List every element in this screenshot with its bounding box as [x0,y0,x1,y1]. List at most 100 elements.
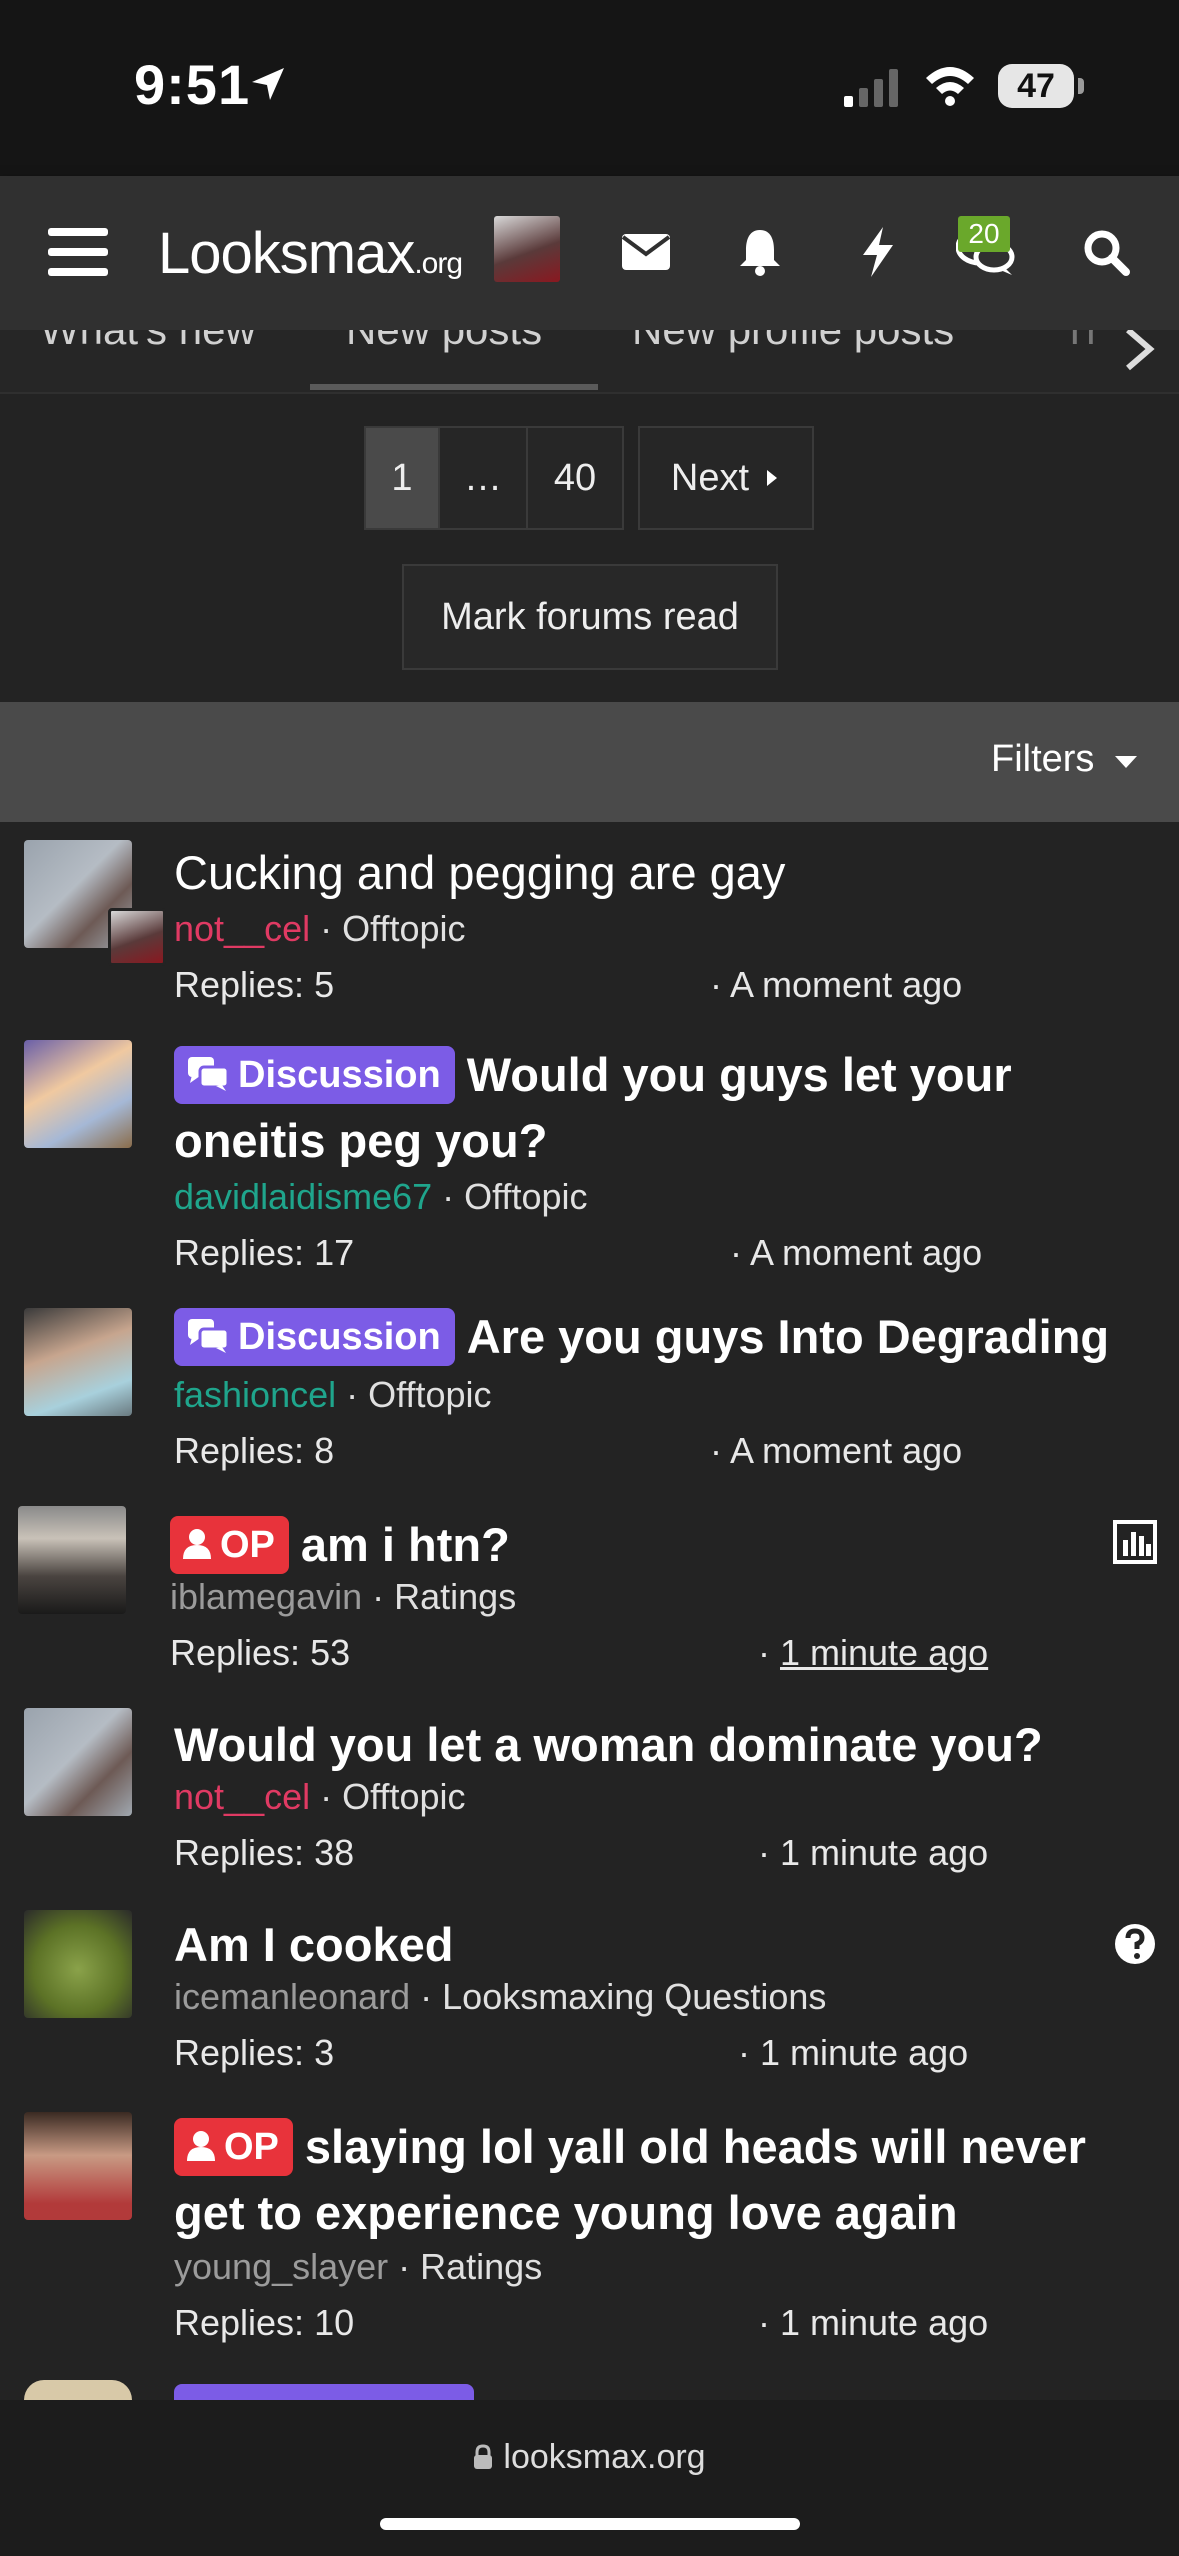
thread-title[interactable]: OP am i htn? [170,1512,1153,1578]
last-post-time[interactable]: · A moment ago [710,1430,962,1472]
tab-more[interactable]: Tr [1062,330,1100,354]
site-logo[interactable]: Looksmax.org [158,220,463,287]
home-indicator[interactable] [380,2518,800,2530]
thread-avatar[interactable] [24,1910,132,2018]
thread-item[interactable]: Cucking and pegging are gay not__cel · O… [0,822,1179,1020]
browser-bar [0,2400,1179,2556]
thread-avatar[interactable] [24,1308,132,1416]
op-label[interactable]: OP [170,1515,289,1574]
last-post-time[interactable]: · 1 minute ago [738,2032,968,2074]
label-text: Discussion [238,1053,441,1096]
thread-meta: not__cel · Offtopic [174,1776,466,1817]
label-text: OP [220,1523,275,1566]
inbox-button[interactable] [610,216,682,288]
mark-forums-read-button[interactable]: Mark forums read [402,564,778,670]
thread-forum[interactable]: Offtopic [464,1176,587,1217]
envelope-icon [621,234,671,270]
reply-count: Replies: 17 [174,1232,355,1273]
last-post-time[interactable]: · 1 minute ago [758,1832,988,1874]
page-1-button[interactable]: 1 [364,426,440,530]
thread-author[interactable]: icemanleonard [174,1976,410,2017]
thread-forum[interactable]: Looksmaxing Questions [442,1976,826,2017]
thread-avatar[interactable] [24,1708,132,1816]
thread-avatar[interactable] [24,1040,132,1148]
thread-forum[interactable]: Offtopic [368,1374,491,1415]
tab-whats-new[interactable]: What's new [40,330,256,354]
address-bar[interactable]: looksmax.org [0,2438,1179,2477]
thread-item[interactable]: Discussion Would you guys let your oneiti… [0,1020,1179,1282]
alerts-button[interactable] [724,216,796,288]
thread-item[interactable]: OP am i htn? iblamegavin · Ratings Replie… [0,1482,1179,1682]
thread-item[interactable]: Discussion Are you guys Into Degrading fa… [0,1282,1179,1482]
chevron-right-icon[interactable] [1122,330,1156,372]
thread-avatar[interactable] [18,1506,126,1614]
user-avatar[interactable] [494,216,560,282]
search-button[interactable] [1070,216,1142,288]
logo-suffix: .org [414,247,463,280]
time-text: A moment ago [730,964,963,1005]
title-text: am i htn? [300,1518,510,1571]
comments-icon [188,1318,230,1353]
label-partial [174,2384,474,2400]
tab-new-posts[interactable]: New posts [346,330,542,354]
time-text: 1 minute ago [760,2032,969,2073]
menu-button[interactable] [42,216,114,288]
next-label: Next [670,456,750,499]
thread-author[interactable]: fashioncel [174,1374,336,1415]
thread-author[interactable]: not__cel [174,1776,310,1817]
page-ellipsis-button[interactable]: … [440,426,528,530]
bell-icon [740,230,780,276]
poll-icon [1113,1520,1157,1564]
thread-title[interactable]: OP slaying lol yall old heads will never … [174,2114,1153,2246]
thread-author[interactable]: not__cel [174,908,310,949]
time-text: 1 minute ago [780,1832,989,1873]
clock: 9:51 [134,53,251,116]
thread-item[interactable]: OP slaying lol yall old heads will never … [0,2082,1179,2382]
thread-meta: young_slayer · Ratings [174,2246,543,2287]
thread-forum[interactable]: Offtopic [342,908,465,949]
user-icon [183,1528,211,1559]
last-post-time[interactable]: · A moment ago [710,964,962,1006]
last-post-time[interactable]: · 1 minute ago [758,1632,988,1674]
thread-title[interactable]: Discussion Are you guys Into Degrading [174,1304,1153,1370]
last-poster-avatar[interactable] [108,908,166,966]
thread-forum[interactable]: Ratings [420,2246,542,2287]
whats-new-button[interactable] [842,216,914,288]
hamburger-icon [48,228,108,276]
thread-title[interactable]: Discussion Would you guys let your oneiti… [174,1042,1153,1174]
thread-meta: fashioncel · Offtopic [174,1374,492,1415]
wifi-icon [926,67,974,106]
thread-author[interactable]: davidlaidisme67 [174,1176,432,1217]
thread-author[interactable]: iblamegavin [170,1576,362,1617]
battery-indicator: 47 [998,64,1074,108]
filters-label: Filters [990,738,1095,780]
filters-button[interactable]: Filters [991,738,1139,781]
reply-count: Replies: 8 [174,1430,335,1471]
thread-forum[interactable]: Offtopic [342,1776,465,1817]
last-post-time[interactable]: · 1 minute ago [758,2302,988,2344]
time-text: A moment ago [750,1232,983,1273]
thread-item[interactable]: Am I cooked icemanleonard · Looksmaxing … [0,1882,1179,2082]
time-text: 1 minute ago [780,2302,989,2343]
discussion-label[interactable]: Discussion [174,1045,455,1104]
title-text: Are you guys Into Degrading [466,1310,1110,1363]
page-40-button[interactable]: 40 [528,426,624,530]
thread-title[interactable]: Cucking and pegging are gay [174,840,1153,906]
thread-forum[interactable]: Ratings [394,1576,516,1617]
last-post-time[interactable]: · A moment ago [730,1232,982,1274]
thread-meta: not__cel · Offtopic [174,908,466,949]
thread-item[interactable]: Would you let a woman dominate you? not_… [0,1682,1179,1882]
thread-title[interactable]: Am I cooked [174,1912,1153,1978]
tab-new-profile-posts[interactable]: New profile posts [632,330,954,354]
next-page-button[interactable]: Next [638,426,814,530]
caret-right-icon [767,470,778,486]
url-text: looksmax.org [503,2438,706,2476]
active-tab-indicator [310,384,598,390]
op-label[interactable]: OP [174,2117,293,2176]
thread-title[interactable]: Would you let a woman dominate you? [174,1712,1153,1778]
discussion-label[interactable]: Discussion [174,1307,455,1366]
reply-count: Replies: 38 [174,1832,355,1873]
thread-author[interactable]: young_slayer [174,2246,388,2287]
bolt-icon [863,227,893,277]
thread-avatar[interactable] [24,2112,132,2220]
